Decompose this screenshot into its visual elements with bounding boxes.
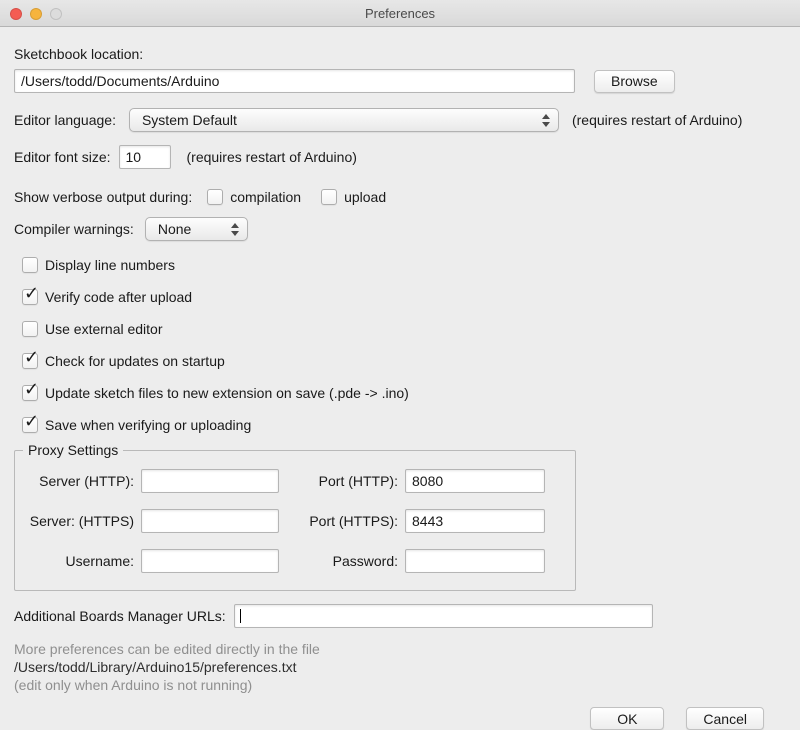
ok-button[interactable]: OK [590, 707, 664, 730]
footer-note-line1: More preferences can be edited directly … [14, 640, 786, 658]
preferences-file-path: /Users/todd/Library/Arduino15/preference… [14, 658, 786, 676]
upload-checkbox[interactable] [321, 189, 337, 205]
compiler-warnings-value: None [158, 221, 223, 237]
checkbox-label: Check for updates on startup [45, 353, 225, 369]
checkbox-label: Verify code after upload [45, 289, 192, 305]
password-input[interactable] [405, 549, 545, 573]
editor-font-size-note: (requires restart of Arduino) [187, 149, 357, 165]
boards-manager-urls-input[interactable] [234, 604, 653, 628]
port-https-label: Port (HTTPS): [289, 513, 405, 529]
display-line-numbers-checkbox[interactable] [22, 257, 38, 273]
editor-language-note: (requires restart of Arduino) [572, 112, 742, 128]
username-label: Username: [15, 553, 141, 569]
editor-language-label: Editor language: [14, 112, 116, 128]
editor-font-size-label: Editor font size: [14, 149, 111, 165]
window-title: Preferences [365, 6, 435, 21]
checkbox-label: Display line numbers [45, 257, 175, 273]
checkbox-row: Check for updates on startup [22, 352, 786, 369]
compiler-warnings-label: Compiler warnings: [14, 221, 134, 237]
port-http-input[interactable] [405, 469, 545, 493]
port-https-input[interactable] [405, 509, 545, 533]
stepper-arrows-icon [231, 223, 239, 236]
checkbox-label: Update sketch files to new extension on … [45, 385, 409, 401]
proxy-settings-legend: Proxy Settings [23, 442, 123, 458]
sketchbook-location-label: Sketchbook location: [14, 46, 143, 62]
close-window-icon[interactable] [10, 8, 22, 20]
minimize-window-icon[interactable] [30, 8, 42, 20]
checkbox-row: Use external editor [22, 320, 786, 337]
boards-manager-urls-label: Additional Boards Manager URLs: [14, 608, 226, 624]
text-caret [240, 609, 241, 623]
editor-language-value: System Default [142, 112, 534, 128]
zoom-window-icon [50, 8, 62, 20]
checkbox-label: Save when verifying or uploading [45, 417, 251, 433]
compilation-checkbox[interactable] [207, 189, 223, 205]
compilation-checkbox-label: compilation [230, 189, 301, 205]
update-sketch-extension-checkbox[interactable] [22, 385, 38, 401]
checkbox-row: Verify code after upload [22, 288, 786, 305]
server-https-label: Server: (HTTPS) [15, 513, 141, 529]
verify-code-after-upload-checkbox[interactable] [22, 289, 38, 305]
server-https-input[interactable] [141, 509, 279, 533]
use-external-editor-checkbox[interactable] [22, 321, 38, 337]
upload-checkbox-label: upload [344, 189, 386, 205]
password-label: Password: [289, 553, 405, 569]
proxy-settings-group: Proxy Settings Server (HTTP): Port (HTTP… [14, 450, 576, 591]
window-titlebar: Preferences [0, 0, 800, 27]
footer-note-line3: (edit only when Arduino is not running) [14, 676, 786, 694]
checkbox-row: Update sketch files to new extension on … [22, 384, 786, 401]
compiler-warnings-select[interactable]: None [145, 217, 248, 241]
checkbox-row: Save when verifying or uploading [22, 416, 786, 433]
browse-button[interactable]: Browse [594, 70, 675, 93]
checkbox-row: Display line numbers [22, 256, 786, 273]
check-for-updates-checkbox[interactable] [22, 353, 38, 369]
server-http-input[interactable] [141, 469, 279, 493]
sketchbook-location-input[interactable] [14, 69, 575, 93]
stepper-arrows-icon [542, 114, 550, 127]
editor-language-select[interactable]: System Default [129, 108, 559, 132]
port-http-label: Port (HTTP): [289, 473, 405, 489]
save-when-verifying-checkbox[interactable] [22, 417, 38, 433]
editor-font-size-input[interactable] [119, 145, 171, 169]
verbose-output-label: Show verbose output during: [14, 189, 192, 205]
username-input[interactable] [141, 549, 279, 573]
cancel-button[interactable]: Cancel [686, 707, 764, 730]
checkbox-label: Use external editor [45, 321, 163, 337]
server-http-label: Server (HTTP): [15, 473, 141, 489]
